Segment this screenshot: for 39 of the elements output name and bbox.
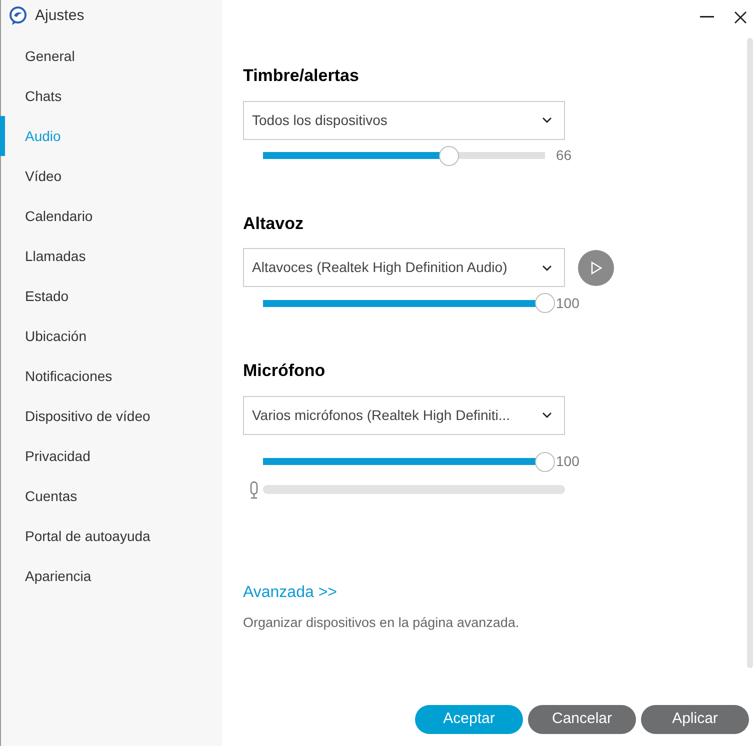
sidebar-item[interactable]: Llamadas (0, 236, 222, 276)
slider-thumb[interactable] (439, 146, 460, 166)
sidebar-item[interactable]: Apariencia (0, 556, 222, 596)
section-heading: Timbre/alertas (243, 65, 360, 87)
play-button[interactable] (578, 250, 614, 286)
sidebar-item[interactable]: Notificaciones (0, 356, 222, 396)
volume-value: 100 (556, 452, 580, 471)
sidebar-item[interactable]: Cuentas (0, 476, 222, 516)
section-heading: Altavoz (243, 212, 304, 234)
volume-value: 66 (556, 146, 572, 165)
sidebar-item[interactable]: Portal de autoayuda (0, 516, 222, 556)
microphone-icon (249, 480, 259, 498)
chevron-down-icon (542, 412, 552, 418)
scrollbar[interactable] (747, 38, 753, 668)
dialog-button[interactable]: Cancelar (528, 705, 636, 734)
device-dropdown[interactable]: Todos los dispositivos (243, 100, 565, 140)
sidebar-item[interactable]: Privacidad (0, 436, 222, 476)
sidebar-item[interactable]: Estado (0, 276, 222, 316)
window-title: Ajustes (35, 6, 84, 26)
close-icon[interactable] (734, 10, 747, 24)
slider-thumb[interactable] (535, 452, 555, 472)
sidebar-item[interactable]: General (0, 36, 222, 76)
device-dropdown[interactable]: Varios micrófonos (Realtek High Definiti... (243, 396, 565, 434)
device-dropdown[interactable]: Altavoces (Realtek High Definition Audio) (243, 248, 565, 287)
sidebar-item[interactable]: Chats (0, 76, 222, 116)
sidebar-item[interactable]: Vídeo (0, 156, 222, 196)
advanced-description: Organizar dispositivos en la página avanzada. (243, 614, 520, 632)
volume-value: 100 (556, 294, 580, 312)
slider-thumb[interactable] (535, 293, 555, 313)
sidebar-item[interactable]: Ubicación (0, 316, 222, 356)
chevron-down-icon (542, 117, 552, 123)
sidebar-item[interactable]: Dispositivo de vídeo (0, 396, 222, 436)
chevron-down-icon (542, 264, 552, 270)
play-icon (589, 260, 603, 274)
section-heading: Micrófono (243, 360, 326, 382)
sidebar-item[interactable]: Calendario (0, 196, 222, 236)
minimize-icon[interactable] (700, 16, 714, 18)
dialog-button[interactable]: Aplicar (641, 705, 749, 734)
chat-bubble-logo-icon (9, 6, 27, 26)
